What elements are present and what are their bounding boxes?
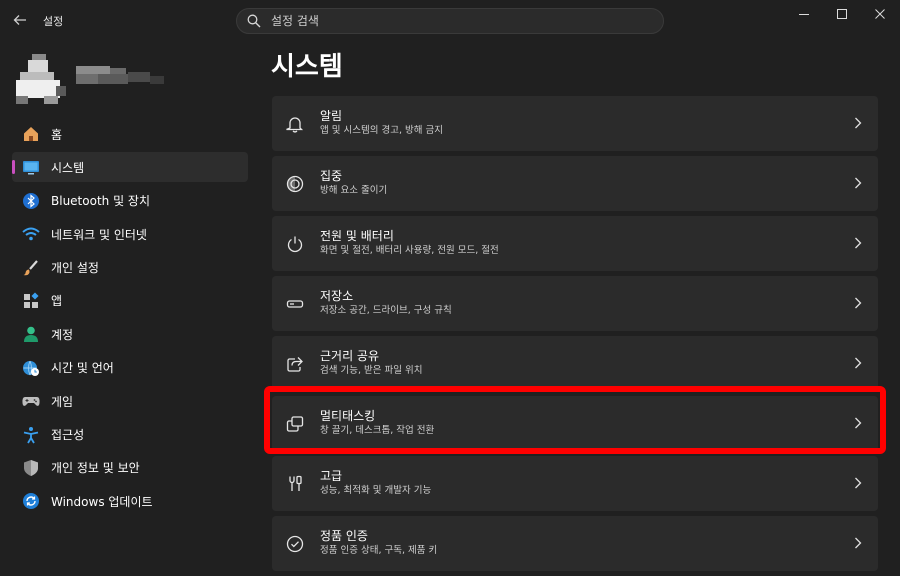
- sidebar-item-label: 홈: [51, 127, 63, 142]
- title-bar: 설정: [0, 0, 900, 40]
- multitasking-icon: [285, 414, 305, 434]
- sidebar-item-label: 접근성: [51, 428, 85, 443]
- gamepad-icon: [22, 392, 40, 410]
- settings-card-advanced[interactable]: 고급 성능, 최적화 및 개발자 기능: [272, 456, 878, 511]
- back-arrow-icon: [13, 15, 26, 25]
- sidebar-item-apps[interactable]: 앱: [12, 286, 248, 316]
- close-button[interactable]: [860, 0, 900, 28]
- sidebar-item-label: 개인 정보 및 보안: [51, 461, 140, 476]
- search-input[interactable]: [269, 13, 663, 29]
- sidebar-item-time-language[interactable]: 시간 및 언어: [12, 353, 248, 383]
- shield-icon: [22, 459, 40, 477]
- focus-icon: [285, 174, 305, 194]
- sidebar-item-label: 시간 및 언어: [51, 361, 114, 376]
- card-subtitle: 화면 및 절전, 배터리 사용량, 전원 모드, 절전: [320, 245, 499, 256]
- card-subtitle: 창 끌기, 데스크톱, 작업 전환: [320, 425, 435, 436]
- chevron-right-icon: [852, 175, 864, 191]
- card-title: 알림: [320, 109, 343, 123]
- chevron-right-icon: [852, 355, 864, 371]
- card-title: 전원 및 배터리: [320, 229, 394, 243]
- selection-indicator: [12, 160, 15, 175]
- card-title: 근거리 공유: [320, 349, 380, 363]
- sidebar-item-label: 게임: [51, 394, 74, 409]
- paintbrush-icon: [22, 259, 40, 277]
- minimize-button[interactable]: [784, 0, 824, 28]
- accessibility-icon: [22, 426, 40, 444]
- settings-card-activation[interactable]: 정품 인증 정품 인증 상태, 구독, 제품 키: [272, 516, 878, 571]
- card-subtitle: 성능, 최적화 및 개발자 기능: [320, 485, 432, 496]
- sidebar-item-label: Bluetooth 및 장치: [51, 194, 151, 209]
- page-title: 시스템: [271, 52, 343, 82]
- sidebar-item-personalization[interactable]: 개인 설정: [12, 253, 248, 283]
- profile-name-blurred: [76, 62, 168, 90]
- storage-icon: [285, 294, 305, 314]
- card-title: 저장소: [320, 289, 354, 303]
- chevron-right-icon: [852, 535, 864, 551]
- back-button[interactable]: [8, 8, 32, 32]
- sidebar-item-gaming[interactable]: 게임: [12, 386, 248, 416]
- user-profile[interactable]: [16, 52, 166, 104]
- sidebar-item-accounts[interactable]: 계정: [12, 319, 248, 349]
- chevron-right-icon: [852, 295, 864, 311]
- settings-card-notifications[interactable]: 알림 앱 및 시스템의 경고, 방해 금지: [272, 96, 878, 151]
- sidebar-item-label: 네트워크 및 인터넷: [51, 227, 147, 242]
- sidebar-item-windows-update[interactable]: Windows 업데이트: [12, 486, 248, 516]
- settings-card-power-battery[interactable]: 전원 및 배터리 화면 및 절전, 배터리 사용량, 전원 모드, 절전: [272, 216, 878, 271]
- settings-card-focus[interactable]: 집중 방해 요소 줄이기: [272, 156, 878, 211]
- chevron-right-icon: [852, 115, 864, 131]
- maximize-icon: [837, 9, 847, 19]
- close-icon: [875, 9, 885, 19]
- sidebar-item-label: Windows 업데이트: [51, 494, 153, 509]
- tools-icon: [285, 474, 305, 494]
- card-title: 고급: [320, 469, 343, 483]
- search-icon: [247, 14, 261, 28]
- chevron-right-icon: [852, 235, 864, 251]
- card-subtitle: 정품 인증 상태, 구독, 제품 키: [320, 545, 438, 556]
- bell-icon: [285, 114, 305, 134]
- card-subtitle: 검색 기능, 받은 파일 위치: [320, 365, 423, 376]
- maximize-button[interactable]: [822, 0, 862, 28]
- home-icon: [22, 125, 40, 143]
- settings-card-nearby-sharing[interactable]: 근거리 공유 검색 기능, 받은 파일 위치: [272, 336, 878, 391]
- chevron-right-icon: [852, 415, 864, 431]
- minimize-icon: [799, 14, 809, 15]
- bluetooth-icon: [22, 192, 40, 210]
- sidebar-item-privacy[interactable]: 개인 정보 및 보안: [12, 453, 248, 483]
- sidebar-item-bluetooth[interactable]: Bluetooth 및 장치: [12, 186, 248, 216]
- settings-card-multitasking[interactable]: 멀티태스킹 창 끌기, 데스크톱, 작업 전환: [272, 396, 878, 451]
- apps-icon: [22, 292, 40, 310]
- wifi-icon: [22, 225, 40, 243]
- settings-card-storage[interactable]: 저장소 저장소 공간, 드라이브, 구성 규칙: [272, 276, 878, 331]
- update-icon: [22, 492, 40, 510]
- sidebar-item-label: 개인 설정: [51, 261, 99, 276]
- system-monitor-icon: [22, 158, 40, 176]
- check-circle-icon: [285, 534, 305, 554]
- card-subtitle: 방해 요소 줄이기: [320, 185, 388, 196]
- avatar: [16, 52, 68, 104]
- share-icon: [285, 354, 305, 374]
- sidebar-item-label: 계정: [51, 327, 74, 342]
- app-title: 설정: [43, 15, 64, 28]
- sidebar-item-system[interactable]: 시스템: [12, 152, 248, 183]
- card-subtitle: 앱 및 시스템의 경고, 방해 금지: [320, 125, 443, 136]
- card-title: 정품 인증: [320, 529, 368, 543]
- chevron-right-icon: [852, 475, 864, 491]
- power-icon: [285, 234, 305, 254]
- sidebar-item-home[interactable]: 홈: [12, 119, 248, 149]
- sidebar-item-network[interactable]: 네트워크 및 인터넷: [12, 219, 248, 249]
- person-icon: [22, 325, 40, 343]
- sidebar-nav: 홈 시스템 Bluetooth 및 장치 네트워크 및 인터넷 개인 설정 앱: [12, 119, 248, 520]
- card-title: 멀티태스킹: [320, 409, 376, 423]
- search-box[interactable]: [236, 8, 664, 34]
- card-title: 집중: [320, 169, 343, 183]
- sidebar-item-label: 앱: [51, 294, 63, 309]
- card-subtitle: 저장소 공간, 드라이브, 구성 규칙: [320, 305, 452, 316]
- settings-list: 알림 앱 및 시스템의 경고, 방해 금지 집중 방해 요소 줄이기 전원 및 …: [272, 96, 878, 576]
- sidebar-item-label: 시스템: [51, 160, 85, 175]
- globe-clock-icon: [22, 359, 40, 377]
- sidebar-item-accessibility[interactable]: 접근성: [12, 420, 248, 450]
